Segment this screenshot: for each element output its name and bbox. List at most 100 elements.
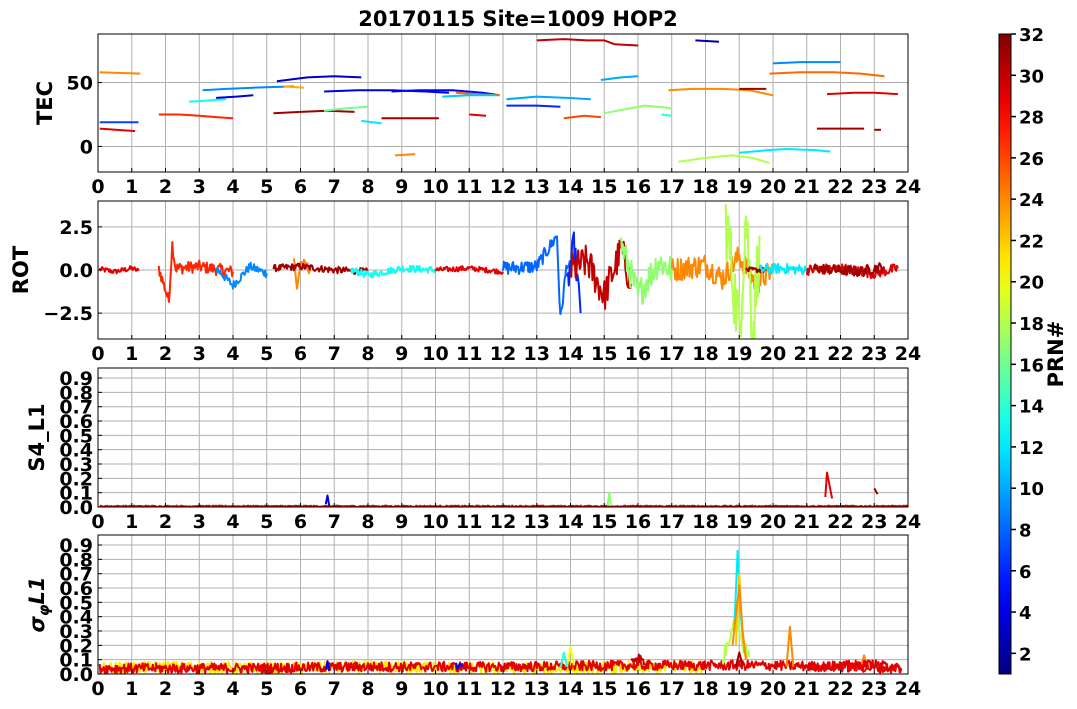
x-tick-label: 15: [591, 343, 617, 365]
colorbar-tick-label: 18: [1019, 314, 1044, 335]
panels: 0 1 2 3 4 5 6 7 8 9 10 11 12 13 14 15 16 17 18 19 20 21 22 23 24…: [9, 33, 921, 700]
x-tick-label: 9: [395, 511, 408, 533]
x-tick-label: 5: [260, 678, 273, 700]
x-tick-label: 2: [159, 678, 172, 700]
series-prn-26: [563, 114, 601, 120]
panel-3: 0 1 2 3 4 5 6 7 8 9 10 11 12 13 14 15 16 17 18 19 20 21 22 23 24…: [25, 367, 921, 533]
colorbar-tick-label: 6: [1019, 562, 1032, 583]
series-prn-10: [506, 95, 591, 101]
x-tick-label: 10: [422, 678, 448, 700]
x-tick-label: 15: [591, 678, 617, 700]
x-tick-label: 6: [294, 678, 307, 700]
x-tick-label: 6: [294, 511, 307, 533]
x-tick-label: 19: [726, 176, 752, 198]
x-tick-label: 24: [895, 678, 921, 700]
colorbar-tick-label: 22: [1019, 231, 1044, 252]
series-prn-27: [158, 113, 234, 120]
series-prn-29: [469, 113, 487, 117]
x-tick-label: 1: [125, 678, 138, 700]
series-prn-4: [324, 494, 331, 506]
y-axis-label: ROT: [9, 245, 33, 294]
x-tick-label: 0: [91, 678, 104, 700]
x-tick-label: 8: [361, 176, 374, 198]
y-tick-label: 2.5: [59, 217, 93, 239]
x-tick-label: 18: [692, 678, 718, 700]
x-tick-label: 16: [625, 511, 651, 533]
x-tick-label: 13: [524, 678, 550, 700]
x-tick-label: 13: [524, 511, 550, 533]
series-prn-4: [216, 94, 254, 99]
series-prn-13: [350, 264, 436, 279]
x-tick-label: 7: [328, 678, 341, 700]
colorbar-tick-label: 10: [1019, 479, 1044, 500]
figure: 20170115 Site=1009 HOP2 0 1 2 3 4 5 6 7 8 9 10 11 12…: [9, 7, 1068, 700]
colorbar-tick-label: 20: [1019, 273, 1044, 294]
x-tick-label: 6: [294, 343, 307, 365]
x-tick-label: 21: [794, 343, 820, 365]
colorbar-tick-label: 24: [1019, 190, 1044, 211]
x-tick-label: 24: [895, 176, 921, 198]
x-tick-label: 7: [328, 343, 341, 365]
colorbar-tick-label: 32: [1019, 25, 1044, 46]
figure-title: 20170115 Site=1009 HOP2: [358, 7, 678, 31]
y-axis-label: TEC: [33, 81, 57, 125]
x-tick-label: 7: [328, 176, 341, 198]
colorbar-tick-label: 26: [1019, 149, 1044, 170]
series-group: [99, 38, 898, 165]
x-tick-label: 15: [591, 176, 617, 198]
y-tick-label: 50: [67, 73, 93, 95]
series-group: [99, 471, 908, 507]
x-tick-label: 22: [827, 678, 853, 700]
x-tick-label: 1: [125, 343, 138, 365]
colorbar-gradient: [998, 33, 1012, 675]
series-prn-6: [566, 231, 582, 314]
series-prn-16: [323, 105, 369, 112]
x-tick-label: 11: [456, 678, 482, 700]
x-tick-label: 23: [861, 511, 887, 533]
x-tick-label: 8: [361, 678, 374, 700]
x-tick-label: 6: [294, 176, 307, 198]
series-prn-14: [661, 113, 672, 117]
x-tick-label: 10: [422, 176, 448, 198]
y-tick-label: 0: [80, 136, 93, 158]
y-axis-label: σφL1: [25, 576, 53, 632]
x-tick-label: 17: [659, 511, 685, 533]
x-tick-label: 3: [193, 176, 206, 198]
y-axis: 0.00.10.20.30.40.50.60.70.80.9: [59, 535, 102, 686]
series-prn-17: [606, 491, 612, 506]
x-tick-label: 11: [456, 176, 482, 198]
panel-1: 0 1 2 3 4 5 6 7 8 9 10 11 12 13 14 15 16 17 18 19 20 21 22 23 24…: [33, 33, 921, 198]
x-tick-label: 3: [193, 678, 206, 700]
series-prn-12: [739, 148, 831, 154]
x-tick-label: 24: [895, 343, 921, 365]
x-tick-label: 4: [226, 678, 239, 700]
x-tick-label: 12: [490, 678, 516, 700]
x-tick-label: 20: [760, 343, 786, 365]
grid: [97, 535, 909, 675]
grid: [97, 368, 909, 508]
x-tick-label: 12: [490, 343, 516, 365]
series-prn-31: [273, 109, 355, 115]
x-tick-label: 2: [159, 511, 172, 533]
x-tick-label: 0: [91, 511, 104, 533]
colorbar-tick-label: 16: [1019, 355, 1044, 376]
x-tick-label: 19: [726, 343, 752, 365]
x-tick-label: 14: [557, 176, 583, 198]
series-prn-13: [189, 98, 227, 103]
x-tick-label: 10: [422, 343, 448, 365]
x-tick-label: 15: [591, 511, 617, 533]
x-tick-label: 5: [260, 176, 273, 198]
series-group: [98, 549, 903, 674]
x-tick-label: 16: [625, 678, 651, 700]
x-tick-label: 23: [861, 176, 887, 198]
series-prn-31: [873, 487, 879, 495]
x-tick-label: 22: [827, 176, 853, 198]
series-prn-29: [824, 471, 834, 499]
x-tick-label: 14: [557, 511, 583, 533]
x-tick-label: 16: [625, 343, 651, 365]
x-tick-label: 4: [226, 176, 239, 198]
series-prn-6: [506, 104, 561, 108]
colorbar-tick-label: 2: [1019, 644, 1032, 665]
x-tick-label: 14: [557, 343, 583, 365]
y-tick-label: 0.9: [59, 535, 93, 557]
